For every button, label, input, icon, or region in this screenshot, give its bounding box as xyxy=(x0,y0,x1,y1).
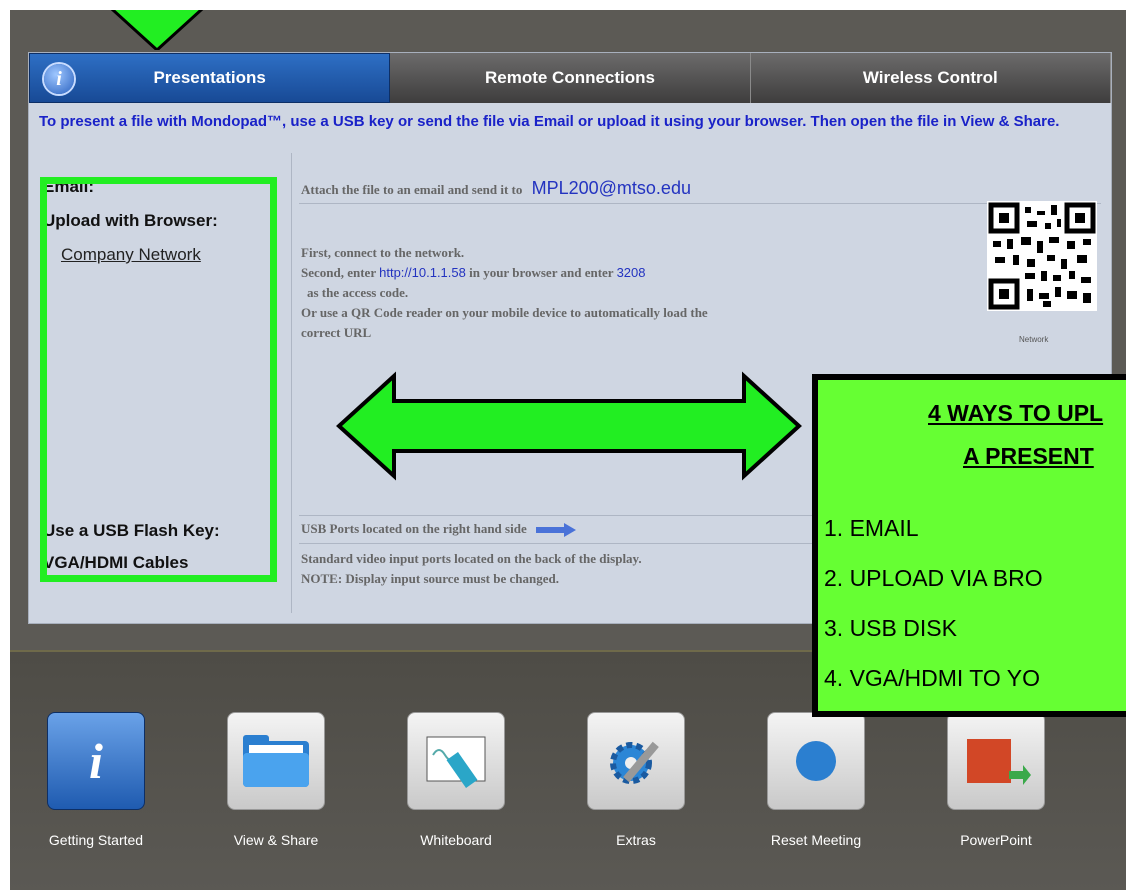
access-code: 3208 xyxy=(616,265,646,280)
callout-title-line-1: 4 WAYS TO UPL xyxy=(928,400,1104,426)
upload-instructions: First, connect to the network. Second, e… xyxy=(301,243,708,343)
marker-icon xyxy=(407,712,505,810)
upload-step-3: as the access code. xyxy=(307,285,409,300)
callout-box: 4 WAYS TO UPL A PRESENT 1. EMAIL 2. UPLO… xyxy=(812,374,1126,717)
vga-hdmi-line-2: NOTE: Display input source must be chang… xyxy=(301,571,559,586)
app-label: Reset Meeting xyxy=(770,832,862,848)
email-address[interactable]: MPL200@mtso.edu xyxy=(532,178,691,198)
dock-app-getting-started[interactable]: i Getting Started xyxy=(26,712,166,848)
pointer-arrow-graphic xyxy=(110,10,204,50)
right-arrow-icon xyxy=(535,523,576,538)
callout-item: 3. USB DISK xyxy=(824,615,957,641)
reset-icon xyxy=(767,712,865,810)
app-label: Whiteboard xyxy=(420,832,492,848)
upload-step-2: Second, enter http://10.1.1.58 in your b… xyxy=(301,263,708,283)
app-label: Extras xyxy=(616,832,656,848)
vga-hdmi-description: Standard video input ports located on th… xyxy=(301,549,642,589)
gear-wrench-icon xyxy=(587,712,685,810)
upload-step-2-pre: Second, enter xyxy=(301,265,376,280)
callout-item: 2. UPLOAD VIA BRO xyxy=(824,565,1043,591)
qr-code xyxy=(987,201,1097,311)
tab-remote-connections[interactable]: Remote Connections xyxy=(390,53,751,103)
callout-item: 4. VGA/HDMI TO YO xyxy=(824,665,1041,691)
tab-label: Presentations xyxy=(153,68,266,87)
upload-step-4: Or use a QR Code reader on your mobile d… xyxy=(301,305,708,320)
dock-app-extras[interactable]: Extras xyxy=(566,712,706,848)
dock-app-reset-meeting[interactable]: Reset Meeting xyxy=(746,712,886,848)
powerpoint-icon xyxy=(947,712,1045,810)
double-arrow-graphic xyxy=(336,371,802,481)
tab-label: Wireless Control xyxy=(862,68,998,87)
dock-app-whiteboard[interactable]: Whiteboard xyxy=(386,712,526,848)
folder-icon xyxy=(227,712,325,810)
email-instructions: Attach the file to an email and send it … xyxy=(301,182,523,197)
email-description: Attach the file to an email and send it … xyxy=(301,178,691,200)
row-divider xyxy=(299,203,1101,204)
info-book-icon: i xyxy=(47,712,145,810)
server-url[interactable]: http://10.1.1.58 xyxy=(379,265,466,280)
info-icon: i xyxy=(44,64,74,94)
dock-app-powerpoint[interactable]: PowerPoint xyxy=(926,712,1066,848)
app-label: PowerPoint xyxy=(960,832,1032,848)
vga-hdmi-line-1: Standard video input ports located on th… xyxy=(301,551,642,566)
dock-app-view-share[interactable]: View & Share xyxy=(206,712,346,848)
column-divider xyxy=(291,153,292,613)
tab-presentations[interactable]: i Presentations xyxy=(29,53,391,103)
labels-highlight-box xyxy=(40,177,277,582)
mondopad-screen: i Presentations Remote Connections Wirel… xyxy=(10,10,1126,890)
callout-item: 1. EMAIL xyxy=(824,515,919,541)
upload-step-2-mid: in your browser and enter xyxy=(469,265,614,280)
tab-bar: i Presentations Remote Connections Wirel… xyxy=(29,53,1111,103)
upload-step-5: correct URL xyxy=(301,325,372,340)
app-label: View & Share xyxy=(233,832,319,848)
usb-text: USB Ports located on the right hand side xyxy=(301,521,527,536)
tab-wireless-control[interactable]: Wireless Control xyxy=(750,53,1111,103)
intro-text: To present a file with Mondopad™, use a … xyxy=(39,113,1060,130)
callout-title-line-2: A PRESENT xyxy=(963,443,1094,469)
tab-label: Remote Connections xyxy=(484,68,655,87)
app-label: Getting Started xyxy=(48,832,144,848)
usb-description: USB Ports located on the right hand side xyxy=(301,519,576,539)
upload-step-1: First, connect to the network. xyxy=(301,245,465,260)
qr-caption: Network xyxy=(1019,335,1049,344)
